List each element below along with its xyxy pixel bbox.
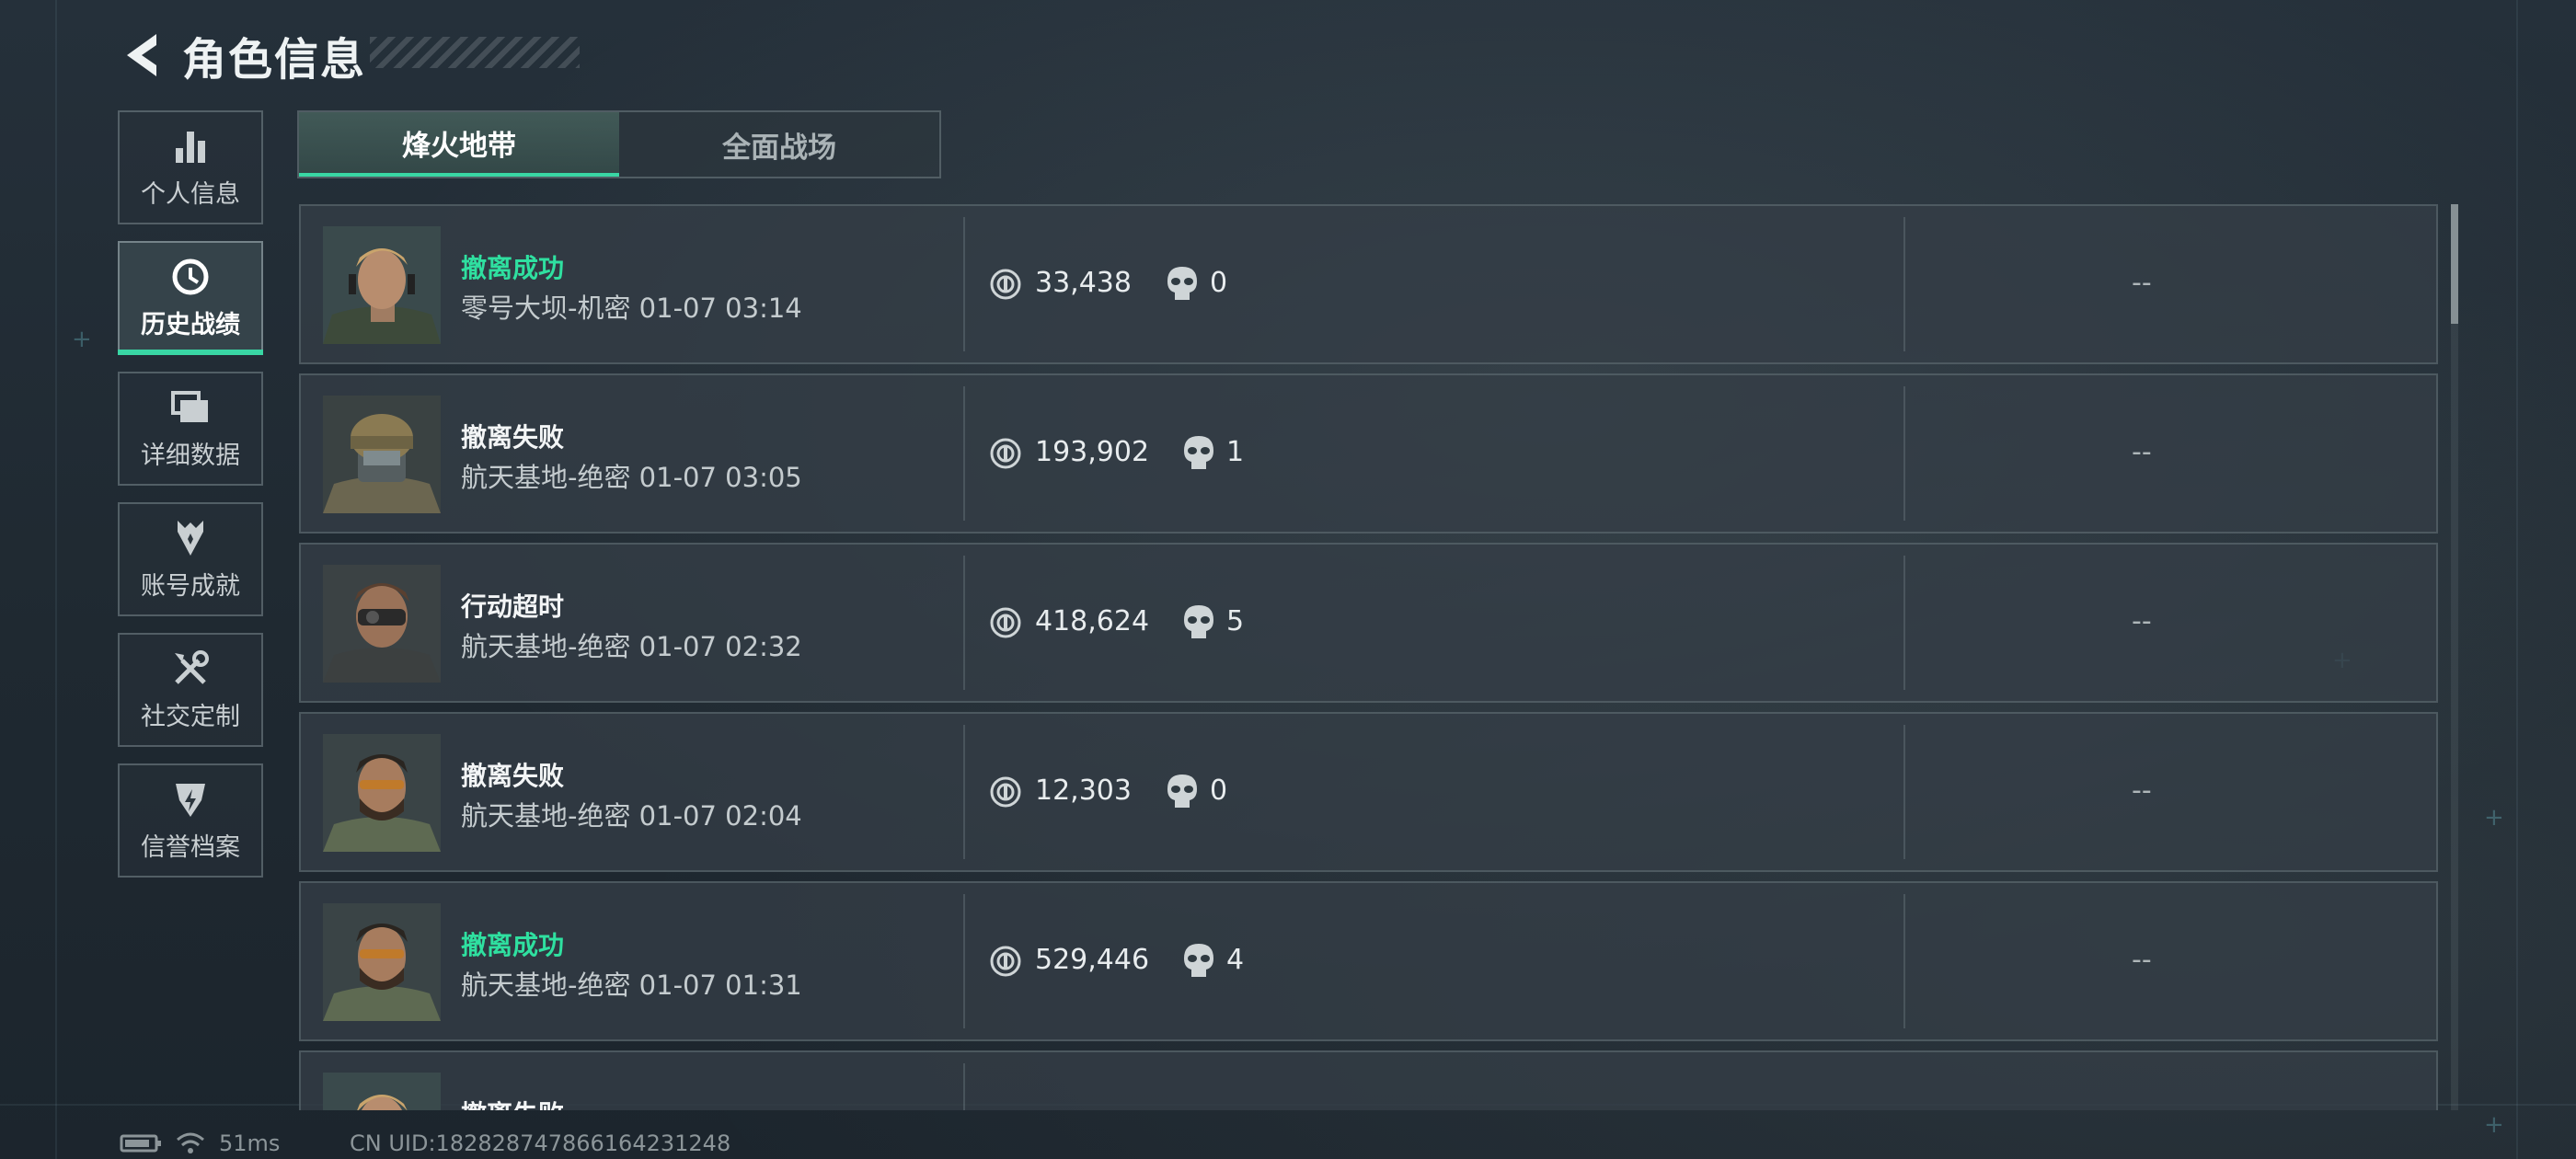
battery-icon — [120, 1134, 161, 1153]
skull-icon — [1182, 434, 1215, 475]
extraction-status: 撤离失败 — [461, 761, 565, 791]
sidebar-item-label: 账号成就 — [141, 571, 240, 601]
extraction-status: 撤离失败 — [461, 422, 565, 453]
map-and-time: 航天基地-绝密 01-07 02:32 — [461, 631, 802, 662]
match-record-row[interactable]: 撤离失败 — [299, 1050, 2438, 1110]
operator-portrait — [323, 226, 441, 344]
bar-chart-icon — [170, 126, 211, 166]
extraction-status: 撤离成功 — [461, 253, 565, 283]
divider — [963, 386, 965, 521]
extra-value: -- — [2132, 944, 2152, 976]
skull-icon — [1182, 603, 1215, 644]
sidebar-item-label: 历史战绩 — [141, 310, 240, 339]
divider — [1903, 725, 1905, 859]
status-bar: 51ms CN UID:182828747866164231248 — [120, 1130, 730, 1157]
map-and-time: 航天基地-绝密 01-07 02:04 — [461, 800, 802, 832]
divider — [1903, 217, 1905, 351]
operator-portrait — [323, 565, 441, 683]
currency-icon — [989, 945, 1022, 981]
operator-portrait — [323, 1073, 441, 1110]
sidebar-item-label: 信誉档案 — [141, 832, 240, 862]
back-button[interactable] — [118, 28, 166, 83]
crosshair-decor: + — [2484, 804, 2504, 832]
operator-portrait — [323, 734, 441, 852]
wifi-icon — [177, 1132, 204, 1153]
sidebar-item-history[interactable]: 历史战绩 — [118, 241, 263, 355]
map-and-time: 航天基地-绝密 01-07 01:31 — [461, 970, 802, 1001]
sidebar-item-personal-info[interactable]: 个人信息 — [118, 110, 263, 224]
kill-count: 0 — [1210, 267, 1228, 299]
kill-count: 1 — [1226, 436, 1245, 468]
page-header: 角色信息 — [118, 20, 366, 90]
sidebar-item-achievements[interactable]: 账号成就 — [118, 502, 263, 616]
match-history-list: 撤离成功 零号大坝-机密 01-07 03:14 33,438 0 -- 撤离失… — [299, 204, 2438, 1110]
loot-value: 12,303 — [1035, 775, 1132, 807]
tab-full-battlefield[interactable]: 全面战场 — [619, 112, 939, 177]
sidebar-item-label: 个人信息 — [141, 179, 240, 209]
currency-icon — [989, 606, 1022, 643]
decor-line — [2516, 0, 2518, 1159]
divider — [1903, 894, 1905, 1028]
skull-icon — [1166, 265, 1199, 305]
operator-portrait — [323, 903, 441, 1021]
divider — [963, 217, 965, 351]
divider — [1903, 386, 1905, 521]
shield-icon — [170, 779, 211, 820]
kill-count: 0 — [1210, 775, 1228, 807]
match-record-row[interactable]: 撤离成功 零号大坝-机密 01-07 03:14 33,438 0 -- — [299, 204, 2438, 364]
divider — [1903, 556, 1905, 690]
crosshair-decor: + — [2484, 1111, 2504, 1139]
sidebar-item-detailed-data[interactable]: 详细数据 — [118, 372, 263, 486]
mode-tabs: 烽火地带 全面战场 — [297, 110, 941, 178]
sidebar-item-social[interactable]: 社交定制 — [118, 633, 263, 747]
map-and-time: 航天基地-绝密 01-07 03:05 — [461, 462, 802, 493]
user-uid: CN UID:182828747866164231248 — [350, 1130, 731, 1156]
kill-count: 5 — [1226, 605, 1245, 637]
divider — [963, 1063, 965, 1110]
page-title: 角色信息 — [182, 34, 367, 86]
tools-icon — [170, 648, 211, 689]
extra-value: -- — [2132, 605, 2152, 637]
extra-value: -- — [2132, 267, 2152, 299]
loot-value: 193,902 — [1035, 436, 1150, 468]
divider — [963, 894, 965, 1028]
back-arrow-icon — [127, 34, 156, 76]
loot-value: 33,438 — [1035, 267, 1132, 299]
map-and-time: 零号大坝-机密 01-07 03:14 — [461, 293, 802, 324]
decor-line — [55, 0, 57, 1159]
scrollbar-thumb[interactable] — [2451, 204, 2458, 324]
loot-value: 418,624 — [1035, 605, 1150, 637]
history-icon — [170, 257, 211, 297]
match-record-row[interactable]: 撤离失败 航天基地-绝密 01-07 02:04 12,303 0 -- — [299, 712, 2438, 872]
sidebar-item-credit[interactable]: 信誉档案 — [118, 763, 263, 878]
list-scrollbar[interactable] — [2451, 204, 2458, 1110]
tab-beacon-zone[interactable]: 烽火地带 — [299, 112, 619, 177]
skull-icon — [1166, 773, 1199, 813]
loot-value: 529,446 — [1035, 944, 1150, 976]
crosshair-decor: + — [72, 326, 92, 353]
skull-icon — [1182, 942, 1215, 982]
match-record-row[interactable]: 行动超时 航天基地-绝密 01-07 02:32 418,624 5 -- — [299, 543, 2438, 703]
extra-value: -- — [2132, 436, 2152, 468]
cards-icon — [170, 387, 211, 428]
extra-value: -- — [2132, 775, 2152, 807]
currency-icon — [989, 268, 1022, 304]
extraction-status: 撤离失败 — [461, 1095, 564, 1110]
extraction-status: 撤离成功 — [461, 930, 565, 960]
operator-portrait — [323, 396, 441, 513]
divider — [963, 725, 965, 859]
sidebar: 个人信息 历史战绩 详细数据 账号成就 社交定制 信誉档案 — [118, 110, 265, 894]
medal-icon — [170, 518, 211, 558]
currency-icon — [989, 437, 1022, 474]
title-stripe-decor — [370, 37, 580, 68]
currency-icon — [989, 775, 1022, 812]
kill-count: 4 — [1226, 944, 1245, 976]
sidebar-item-label: 详细数据 — [141, 441, 240, 470]
ping-value: 51ms — [219, 1130, 281, 1156]
divider — [963, 556, 965, 690]
match-record-row[interactable]: 撤离失败 航天基地-绝密 01-07 03:05 193,902 1 -- — [299, 373, 2438, 534]
match-record-row[interactable]: 撤离成功 航天基地-绝密 01-07 01:31 529,446 4 -- — [299, 881, 2438, 1041]
sidebar-item-label: 社交定制 — [141, 702, 240, 731]
extraction-status: 行动超时 — [461, 591, 565, 622]
